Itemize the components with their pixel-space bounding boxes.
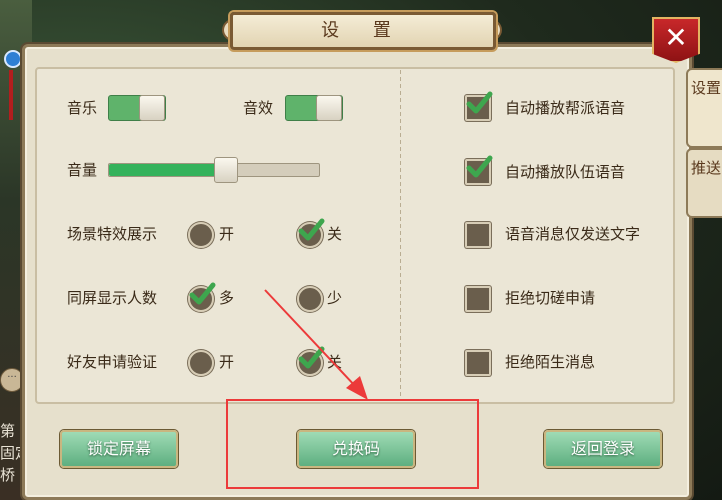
annotation-arrow-icon <box>264 289 368 400</box>
